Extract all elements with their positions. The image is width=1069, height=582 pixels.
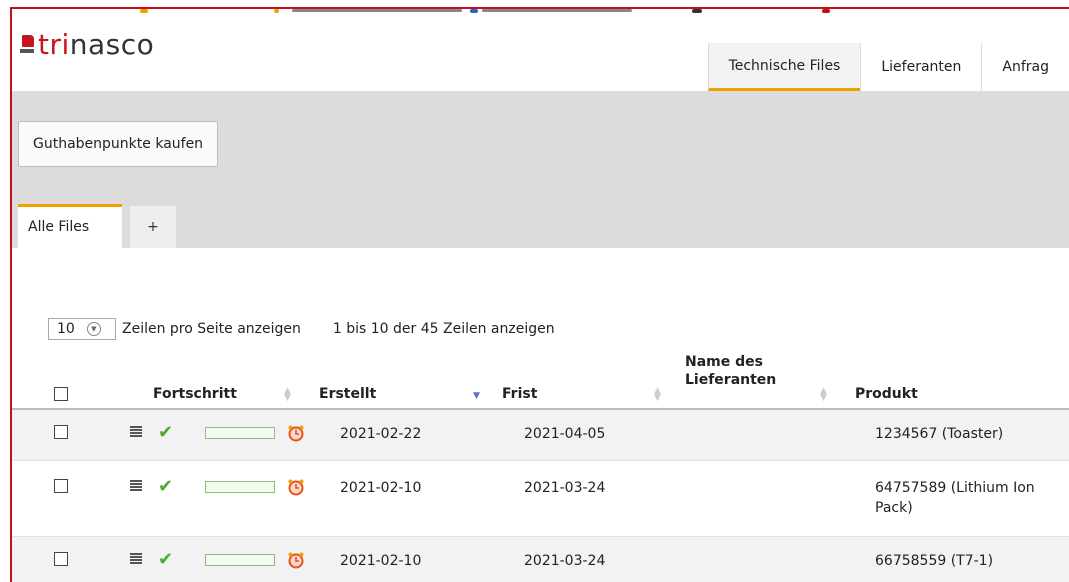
details-lines-icon[interactable]: [130, 480, 142, 491]
header-progress[interactable]: Fortschritt: [153, 386, 237, 402]
product-name[interactable]: 66758559 (T7-1): [875, 553, 993, 569]
sort-desc-icon[interactable]: ▼: [473, 392, 480, 401]
header-created[interactable]: Erstellt: [319, 386, 376, 402]
files-content: 10 ▼ Zeilen pro Seite anzeigen 1 bis 10 …: [12, 248, 1069, 582]
row-checkbox[interactable]: [54, 425, 68, 439]
trinasco-logo[interactable]: trinasco: [20, 27, 154, 61]
row-checkbox[interactable]: [54, 552, 68, 566]
rows-range-info: 1 bis 10 der 45 Zeilen anzeigen: [332, 321, 555, 337]
sort-icon[interactable]: ▲ ▼: [284, 387, 291, 403]
table-row[interactable]: ✔ 2021-02-10 2021-03-24 66758559 (T7-1): [12, 537, 1069, 582]
alarm-clock-icon: [288, 552, 304, 569]
table-row[interactable]: ✔ 2021-02-10 2021-03-24 64757589 (Lithiu…: [12, 461, 1069, 537]
deadline-date: 2021-03-24: [524, 480, 606, 496]
add-tab-button[interactable]: +: [130, 206, 176, 248]
header-deadline[interactable]: Frist: [502, 386, 537, 402]
select-all-checkbox[interactable]: [54, 387, 68, 401]
header-supplier-line1[interactable]: Name des: [685, 354, 763, 370]
toolbar-area: Guthabenpunkte kaufen Alle Files +: [12, 92, 1069, 248]
details-lines-icon[interactable]: [130, 426, 142, 437]
created-date: 2021-02-10: [340, 480, 422, 496]
chevron-down-icon: ▼: [86, 322, 101, 336]
app-window: trinasco Technische Files Lieferanten An…: [10, 7, 1069, 582]
product-name[interactable]: 1234567 (Toaster): [875, 426, 1003, 442]
check-icon: ✔: [158, 422, 174, 443]
browser-bookmark-strip: [12, 9, 1069, 23]
progress-bar: [205, 554, 275, 566]
pagination-bar: 10 ▼ Zeilen pro Seite anzeigen 1 bis 10 …: [48, 318, 555, 340]
main-nav: Technische Files Lieferanten Anfrag: [707, 43, 1069, 91]
product-name-cont[interactable]: Pack): [875, 500, 913, 516]
app-header: trinasco Technische Files Lieferanten An…: [12, 23, 1069, 92]
logo-text: trinasco: [38, 28, 154, 61]
row-checkbox[interactable]: [54, 479, 68, 493]
alarm-clock-icon: [288, 479, 304, 496]
page-size-value: 10: [57, 321, 75, 337]
details-lines-icon[interactable]: [130, 553, 142, 564]
nav-tab-anfragen[interactable]: Anfrag: [981, 43, 1069, 91]
created-date: 2021-02-22: [340, 426, 422, 442]
header-product[interactable]: Produkt: [855, 386, 918, 402]
rows-per-page-label: Zeilen pro Seite anzeigen: [122, 321, 301, 337]
created-date: 2021-02-10: [340, 553, 422, 569]
deadline-date: 2021-04-05: [524, 426, 606, 442]
check-icon: ✔: [158, 549, 174, 570]
progress-bar: [205, 427, 275, 439]
header-supplier-line2[interactable]: Lieferanten: [685, 372, 776, 388]
tab-alle-files[interactable]: Alle Files: [18, 204, 122, 248]
page-size-select[interactable]: 10 ▼: [48, 318, 116, 340]
nav-tab-lieferanten[interactable]: Lieferanten: [860, 43, 982, 91]
logo-flag-icon: [20, 35, 34, 53]
progress-bar: [205, 481, 275, 493]
buy-credits-button[interactable]: Guthabenpunkte kaufen: [18, 121, 219, 167]
logo-text-prefix: tri: [38, 27, 70, 61]
product-name[interactable]: 64757589 (Lithium Ion: [875, 480, 1035, 496]
files-table: Fortschritt ▲ ▼ Erstellt ▼ Frist ▲ ▼ Name …: [12, 352, 1069, 582]
check-icon: ✔: [158, 476, 174, 497]
alarm-clock-icon: [288, 425, 304, 442]
table-row[interactable]: ✔ 2021-02-22 2021-04-05 1234567 (Toaster…: [12, 410, 1069, 461]
nav-tab-technische-files[interactable]: Technische Files: [707, 43, 861, 91]
sort-icon[interactable]: ▲ ▼: [654, 387, 661, 403]
sort-icon[interactable]: ▲ ▼: [820, 387, 827, 403]
table-header: Fortschritt ▲ ▼ Erstellt ▼ Frist ▲ ▼ Name …: [12, 352, 1069, 410]
logo-text-suffix: nasco: [69, 27, 155, 61]
deadline-date: 2021-03-24: [524, 553, 606, 569]
